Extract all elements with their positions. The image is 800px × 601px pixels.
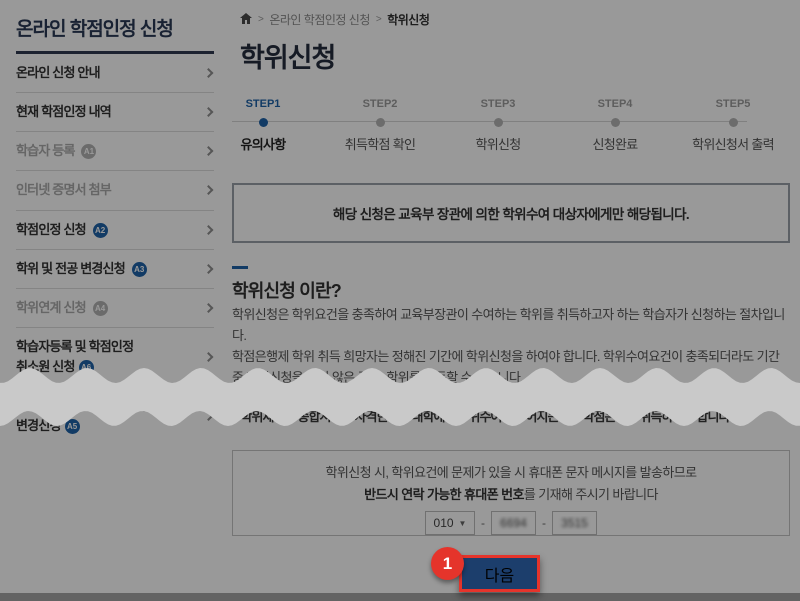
torn-text-fragment: 학위제 [229,406,285,425]
sidebar-item-credit-recognition[interactable]: 학점인정 신청 A2 [16,211,214,250]
about-paragraph-2: 학점은행제 학위 취득 희망자는 정해진 기간에 학위신청을 하여야 합니다. … [232,346,792,388]
breadcrumb-current: 학위신청 [387,11,429,28]
sidebar-item-online-guide[interactable]: 온라인 신청 안내 [16,54,214,93]
step-dot [259,118,268,127]
phone-prefix-select[interactable]: 010 ▼ [425,511,475,535]
section-body: 학위신청은 학위요건을 충족하여 교육부장관이 수여하는 학위를 취득하고자 하… [232,304,792,388]
phone-notice-line1: 학위신청 시, 학위요건에 문제가 있을 시 휴대폰 문자 메시지를 발송하므로 [233,462,789,481]
sidebar-menu: 온라인 신청 안내 현재 학점인정 내역 학습자 등록 A1 인터넷 증명서 첨… [16,54,214,446]
phone-last-input[interactable] [552,511,597,535]
phone-dash: - [542,516,546,530]
breadcrumb-separator: > [258,14,263,25]
badge-a4: A4 [93,301,108,316]
torn-text-fragment: 학점은 [571,406,627,425]
step-dot [611,118,620,127]
section-heading: 학위신청 이란? [232,277,341,303]
step-4: STEP4 신청완료 [550,98,680,153]
chevron-right-icon [204,303,214,313]
sidebar-title: 온라인 학점인정 신청 [16,14,214,54]
breadcrumb-separator: > [376,14,381,25]
step-2: STEP2 취득학점 확인 [315,98,445,153]
torn-text-fragment: 위수여 [457,406,513,425]
page: 온라인 학점인정 신청 온라인 신청 안내 현재 학점인정 내역 학습자 등록 … [0,0,800,601]
torn-text-fragment: 종합시 [286,406,342,425]
notice-box: 해당 신청은 교육부 장관에 의한 학위수여 대상자에게만 해당됩니다. [232,183,790,243]
chevron-down-icon: ▼ [459,519,467,528]
step-dot [729,118,738,127]
sidebar-item-learner-registration[interactable]: 학습자 등록 A1 [16,132,214,171]
phone-middle-input[interactable] [491,511,536,535]
home-icon[interactable] [240,13,252,27]
footer-strip [0,593,800,601]
chevron-right-icon [204,68,214,78]
step-dot [494,118,503,127]
page-title: 학위신청 [240,36,335,75]
next-button[interactable]: 다음 [485,562,514,586]
step-3: STEP3 학위신청 [433,98,563,153]
sidebar-item-internet-certificate[interactable]: 인터넷 증명서 첨부 [16,171,214,210]
sidebar-item-cancellation-request[interactable]: 학습자등록 및 학점인정 취소원 신청A6 [16,328,214,387]
sidebar-item-degree-major-change[interactable]: 학위 및 전공 변경신청 A3 [16,250,214,289]
torn-text-fragment: 어지는 [514,406,570,425]
about-paragraph-1: 학위신청은 학위요건을 충족하여 교육부장관이 수여하는 학위를 취득하고자 하… [232,304,792,346]
chevron-right-icon [204,352,214,362]
chevron-right-icon [204,264,214,274]
phone-notice-box: 학위신청 시, 학위요건에 문제가 있을 시 휴대폰 문자 메시지를 발송하므로… [232,450,790,536]
phone-dash: - [481,516,485,530]
phone-input-row: 010 ▼ - - [233,511,789,535]
annotation-step-badge: 1 [431,547,464,580]
chevron-right-icon [204,411,214,421]
badge-a2: A2 [93,223,108,238]
badge-a3: A3 [132,262,147,277]
torn-text-fragment: 합니다 [685,406,741,425]
step-dot [376,118,385,127]
torn-text-fragment: 취득하 [628,406,684,425]
torn-text-fragment: 대학에 [400,406,456,425]
breadcrumb: > 온라인 학점인정 신청 > 학위신청 [240,11,429,28]
sidebar: 온라인 학점인정 신청 온라인 신청 안내 현재 학점인정 내역 학습자 등록 … [0,0,230,601]
section-dash [232,266,248,269]
next-button-highlight: 다음 [459,555,540,592]
sidebar-item-course-class-change[interactable]: 전공교양호환과목 학습구분 변경신청A5 [16,387,214,445]
badge-a5: A5 [65,419,80,434]
badge-a6: A6 [79,360,94,375]
phone-notice-line2: 반드시 연락 가능한 휴대폰 번호를 기재해 주시기 바랍니다 [233,484,789,503]
step-5: STEP5 학위신청서 출력 [668,98,798,153]
badge-a1: A1 [81,144,96,159]
breadcrumb-link[interactable]: 온라인 학점인정 신청 [269,11,370,28]
sidebar-item-degree-link[interactable]: 학위연계 신청 A4 [16,289,214,328]
step-1: STEP1 유의사항 [198,98,328,153]
chevron-right-icon [204,225,214,235]
chevron-right-icon [204,186,214,196]
sidebar-item-current-credits[interactable]: 현재 학점인정 내역 [16,93,214,132]
torn-text-fragment: 자격한 [343,406,399,425]
